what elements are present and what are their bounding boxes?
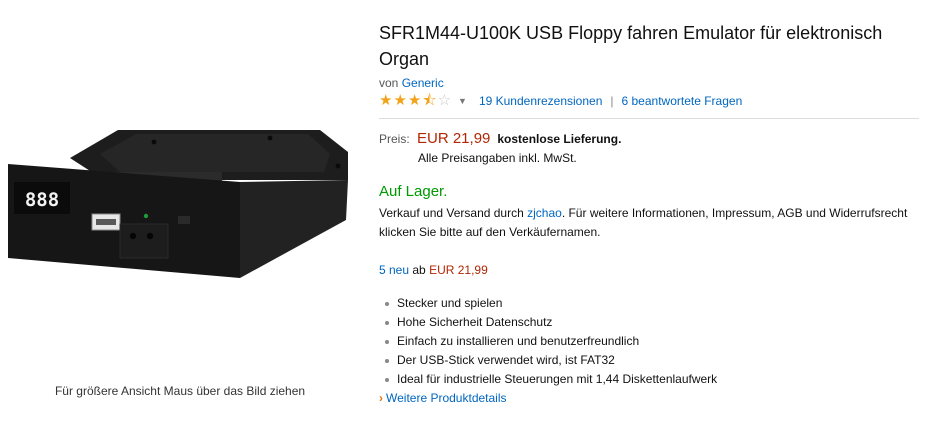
- product-info: SFR1M44-U100K USB Floppy fahren Emulator…: [379, 20, 924, 408]
- separator: |: [610, 94, 614, 108]
- feature-item: Ideal für industrielle Steuerungen mit 1…: [379, 370, 924, 389]
- feature-item: Der USB-Stick verwendet wird, ist FAT32: [379, 351, 924, 370]
- more-details-link[interactable]: Weitere Produktdetails: [386, 391, 507, 405]
- seller-info: Verkauf und Versand durch zjchao. Für we…: [379, 204, 924, 242]
- offers-from: ab: [412, 263, 426, 277]
- chevron-right-icon: ›: [379, 391, 383, 405]
- feature-item: Einfach zu installieren und benutzerfreu…: [379, 332, 924, 351]
- vat-note: Alle Preisangaben inkl. MwSt.: [418, 151, 577, 165]
- byline-prefix: von: [379, 76, 399, 90]
- offers: 5 neu ab EUR 21,99: [379, 263, 924, 277]
- feature-item: Stecker und spielen: [379, 294, 924, 313]
- empty-star-icon: ☆: [437, 92, 453, 109]
- rating-row: ★★★⯪☆ ▼ 19 Kundenrezensionen | 6 beantwo…: [379, 93, 924, 109]
- stock-status: Auf Lager.: [379, 183, 448, 200]
- star-rating[interactable]: ★★★⯪☆: [379, 93, 452, 109]
- divider: [379, 118, 919, 119]
- image-zoom-hint: Für größere Ansicht Maus über das Bild z…: [54, 384, 306, 398]
- offers-price: EUR 21,99: [429, 263, 488, 277]
- more-details: › Weitere Produktdetails: [379, 389, 924, 408]
- new-offers-link[interactable]: 5 neu: [379, 263, 409, 277]
- price-label: Preis:: [379, 132, 410, 146]
- seller-link[interactable]: zjchao: [527, 206, 562, 220]
- product-title: SFR1M44-U100K USB Floppy fahren Emulator…: [379, 23, 883, 69]
- price-block: Preis: EUR 21,99 kostenlose Lieferung. A…: [379, 130, 924, 165]
- led-display: 888: [25, 189, 59, 211]
- shipping-note: kostenlose Lieferung.: [497, 132, 622, 146]
- feature-item: Hohe Sicherheit Datenschutz: [379, 313, 924, 332]
- feature-list: Stecker und spielen Hohe Sicherheit Date…: [379, 294, 924, 389]
- byline: von Generic: [379, 76, 924, 90]
- chevron-down-icon[interactable]: ▼: [458, 96, 467, 106]
- questions-link[interactable]: 6 beantwortete Fragen: [622, 94, 743, 108]
- seller-prefix: Verkauf und Versand durch: [379, 206, 524, 220]
- half-star-icon: ⯪: [422, 92, 438, 109]
- brand-link[interactable]: Generic: [402, 76, 444, 90]
- price-value: EUR 21,99: [417, 130, 491, 147]
- reviews-link[interactable]: 19 Kundenrezensionen: [479, 94, 602, 108]
- image-column: 888 Für größere Ansicht Maus über das Bi…: [0, 0, 360, 423]
- product-image[interactable]: 888: [8, 120, 350, 280]
